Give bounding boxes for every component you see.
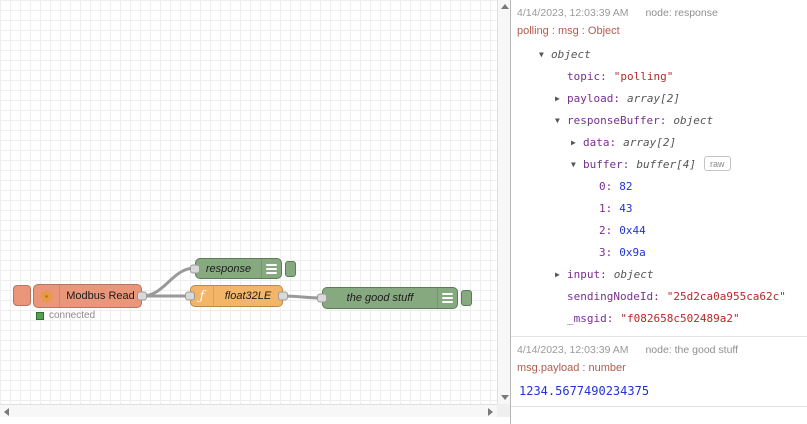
output-port[interactable] xyxy=(137,291,147,301)
expand-icon[interactable] xyxy=(555,264,567,286)
node-float32le[interactable]: ƒ float32LE xyxy=(185,285,288,307)
debug-list-icon xyxy=(261,259,281,278)
gear-icon xyxy=(34,285,60,307)
status-text: connected xyxy=(49,310,96,321)
node-red-app: Modbus Read connected response ƒ float32… xyxy=(0,0,807,424)
canvas-horizontal-scrollbar[interactable] xyxy=(0,404,497,417)
output-port[interactable] xyxy=(278,291,288,301)
tree-row: 143 xyxy=(517,198,803,220)
timestamp: 4/14/2023, 12:03:39 AM xyxy=(517,7,629,19)
tree-row: sendingNodeId"25d2ca0a955ca62c" xyxy=(517,286,803,308)
scrollbar-corner xyxy=(497,404,510,417)
expand-icon[interactable] xyxy=(555,88,567,110)
input-port[interactable] xyxy=(185,291,195,301)
payload-value: 1234.5677490234375 xyxy=(519,384,650,398)
node-status: connected xyxy=(36,310,95,321)
source-node: node: response xyxy=(645,7,718,19)
tree-row: inputobject xyxy=(517,264,803,286)
modbus-trigger-button[interactable] xyxy=(13,285,31,306)
scroll-left-arrow[interactable] xyxy=(0,405,13,418)
tree-row: 082 xyxy=(517,176,803,198)
node-label: Modbus Read xyxy=(66,290,135,302)
debug-sidebar[interactable]: 4/14/2023, 12:03:39 AM node: response po… xyxy=(510,0,807,424)
tree-row: bufferbuffer[4]raw xyxy=(517,154,803,176)
node-label: response xyxy=(205,262,252,275)
source-node: node: the good stuff xyxy=(645,344,739,356)
scroll-right-arrow[interactable] xyxy=(484,405,497,418)
wires xyxy=(141,266,323,300)
debug-toggle-button[interactable] xyxy=(285,260,296,277)
collapse-icon[interactable] xyxy=(571,154,583,176)
collapse-icon[interactable] xyxy=(539,44,551,66)
message-meta: polling : msg : Object xyxy=(517,25,620,37)
tree-row: object xyxy=(517,44,803,66)
message-meta: msg.payload : number xyxy=(517,362,626,374)
status-dot-icon xyxy=(36,311,44,320)
tree-row: 20x44 xyxy=(517,220,803,242)
node-response-debug[interactable]: response xyxy=(190,258,296,279)
node-modbus-read[interactable]: Modbus Read xyxy=(33,284,147,308)
tree-row: dataarray[2] xyxy=(517,132,803,154)
expand-icon[interactable] xyxy=(571,132,583,154)
raw-toggle-button[interactable]: raw xyxy=(703,156,731,171)
tree-row: 30x9a xyxy=(517,242,803,264)
debug-list-icon xyxy=(437,288,457,308)
tree-row: payloadarray[2] xyxy=(517,88,803,110)
node-label: float32LE xyxy=(224,290,272,302)
debug-message: 4/14/2023, 12:03:39 AM node: response po… xyxy=(511,0,807,337)
flow-canvas[interactable]: Modbus Read connected response ƒ float32… xyxy=(0,0,497,404)
timestamp: 4/14/2023, 12:03:39 AM xyxy=(517,344,629,356)
input-port[interactable] xyxy=(190,264,200,273)
tree-row: topic"polling" xyxy=(517,66,803,88)
node-good-stuff-debug[interactable]: the good stuff xyxy=(317,287,472,309)
tree-row: _msgid"f082658c502489a2" xyxy=(517,308,803,330)
input-port[interactable] xyxy=(317,293,327,303)
collapse-icon[interactable] xyxy=(555,110,567,132)
tree-row: responseBufferobject xyxy=(517,110,803,132)
node-label: the good stuff xyxy=(346,292,414,304)
canvas-vertical-scrollbar[interactable] xyxy=(497,0,510,404)
debug-toggle-button[interactable] xyxy=(461,290,472,306)
debug-message-header: 4/14/2023, 12:03:39 AM node: the good st… xyxy=(517,342,803,359)
object-tree: object topic"polling" payloadarray[2] re… xyxy=(517,41,803,330)
debug-message: 4/14/2023, 12:03:39 AM node: the good st… xyxy=(511,337,807,407)
debug-message-header: 4/14/2023, 12:03:39 AM node: response xyxy=(517,5,803,22)
